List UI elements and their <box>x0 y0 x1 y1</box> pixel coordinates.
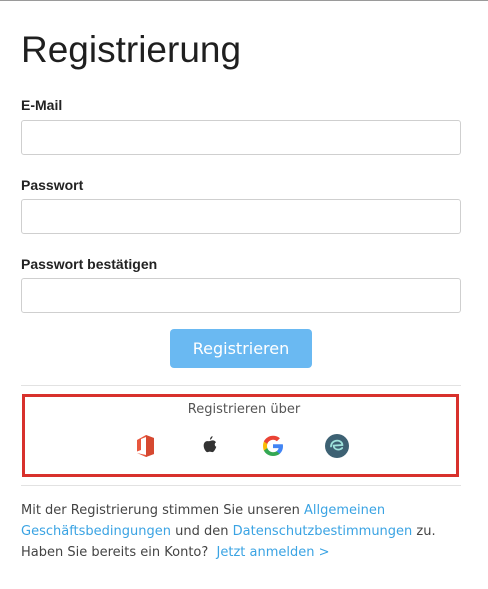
account-prompt: Haben Sie bereits ein Konto? <box>21 545 209 560</box>
password-field[interactable] <box>21 199 461 234</box>
divider-bottom <box>21 485 461 486</box>
terms-prefix: Mit der Registrierung stimmen Sie unsere… <box>21 503 304 518</box>
terms-middle: und den <box>171 524 233 539</box>
privacy-link[interactable]: Datenschutzbestimmungen <box>233 524 413 539</box>
email-field[interactable] <box>21 120 461 155</box>
page-title: Registrierung <box>21 29 242 70</box>
password-label: Passwort <box>21 177 84 193</box>
divider-top <box>21 385 461 386</box>
office-icon[interactable] <box>132 433 158 459</box>
password-confirm-field[interactable] <box>21 278 461 313</box>
ecosia-icon[interactable] <box>324 433 350 459</box>
terms-text: Mit der Registrierung stimmen Sie unsere… <box>21 500 461 563</box>
login-link[interactable]: Jetzt anmelden > <box>217 545 330 560</box>
google-icon[interactable] <box>260 433 286 459</box>
social-heading: Registrieren über <box>187 402 301 417</box>
password-confirm-label: Passwort bestätigen <box>21 256 158 272</box>
apple-icon[interactable] <box>196 433 222 459</box>
terms-suffix: zu. <box>412 524 436 539</box>
email-label: E-Mail <box>21 97 63 113</box>
register-button[interactable]: Registrieren <box>170 329 312 368</box>
top-border <box>0 0 488 1</box>
